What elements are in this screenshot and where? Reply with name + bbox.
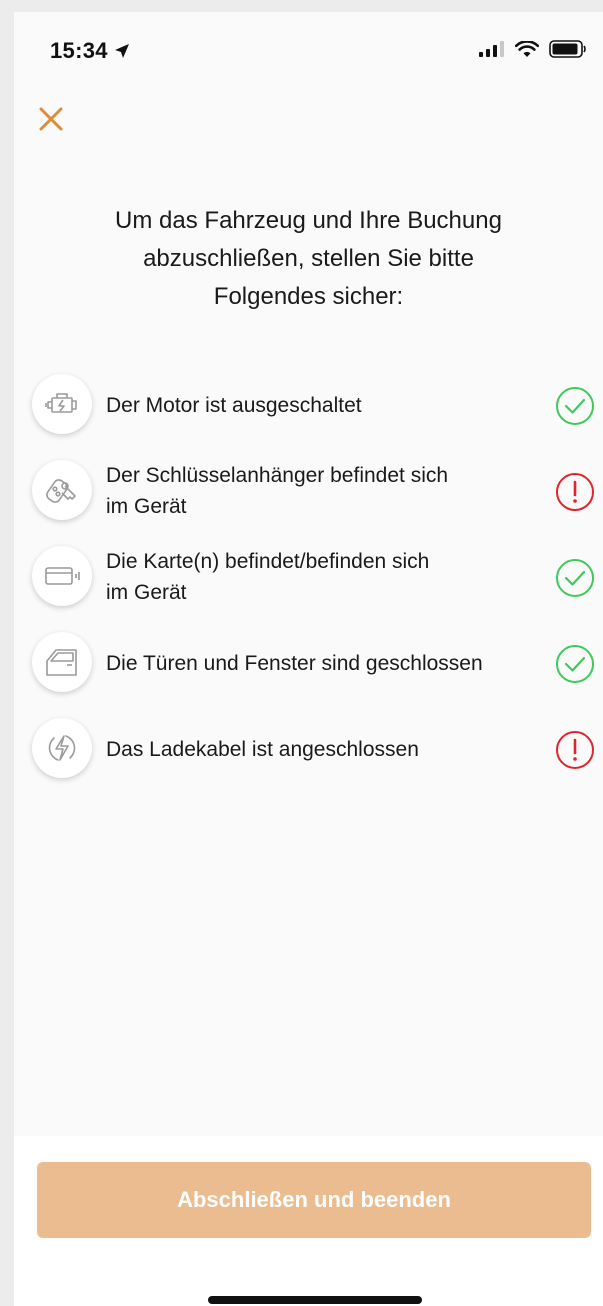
checklist-item-label: Das Ladekabel ist angeschlossen <box>106 737 419 761</box>
wifi-icon <box>515 40 539 57</box>
checklist-item-engine: Der Motor ist ausgeschaltet <box>14 362 603 448</box>
checklist-item-doors: Die Türen und Fenster sind geschlossen <box>14 620 603 706</box>
checklist-item-label: Der Motor ist ausgeschaltet <box>106 393 362 417</box>
finish-and-end-button[interactable]: Abschließen und beenden <box>37 1162 591 1238</box>
check-circle-icon <box>556 387 594 425</box>
card-icon <box>45 567 80 585</box>
checklist-item-label: Die Türen und Fenster sind geschlossen <box>106 651 483 675</box>
check-circle-icon <box>556 559 594 597</box>
status-time: 15:34 <box>50 38 108 63</box>
alert-circle-icon <box>556 473 594 511</box>
close-icon[interactable] <box>36 104 66 134</box>
key-fob-icon <box>46 479 76 503</box>
checklist-item-key-fob: Der Schlüsselanhänger befindet sich im G… <box>14 448 603 534</box>
checklist-item-card: Die Karte(n) befindet/befinden sich im G… <box>14 534 603 620</box>
engine-icon <box>45 393 77 413</box>
charging-icon <box>48 735 76 761</box>
location-arrow-icon <box>114 44 129 58</box>
battery-icon <box>549 40 586 58</box>
car-door-icon <box>46 649 77 676</box>
app-screen: 15:34 Um das Fahrzeug und Ihre Buchung a… <box>14 12 603 1306</box>
home-indicator[interactable] <box>208 1296 422 1304</box>
checklist-item-charging-cable: Das Ladekabel ist angeschlossen <box>14 706 603 792</box>
check-circle-icon <box>556 645 594 683</box>
status-bar: 15:34 <box>14 12 603 90</box>
checklist-item-label: Die Karte(n) befindet/befinden sich im G… <box>106 550 430 604</box>
cellular-signal-icon <box>479 41 504 57</box>
page-heading: Um das Fahrzeug und Ihre Buchung abzusch… <box>115 207 502 310</box>
checklist: Der Motor ist ausgeschaltet Der Schlüsse… <box>14 362 603 792</box>
checklist-item-label: Der Schlüsselanhänger befindet sich im G… <box>106 464 449 518</box>
alert-circle-icon <box>556 731 594 769</box>
